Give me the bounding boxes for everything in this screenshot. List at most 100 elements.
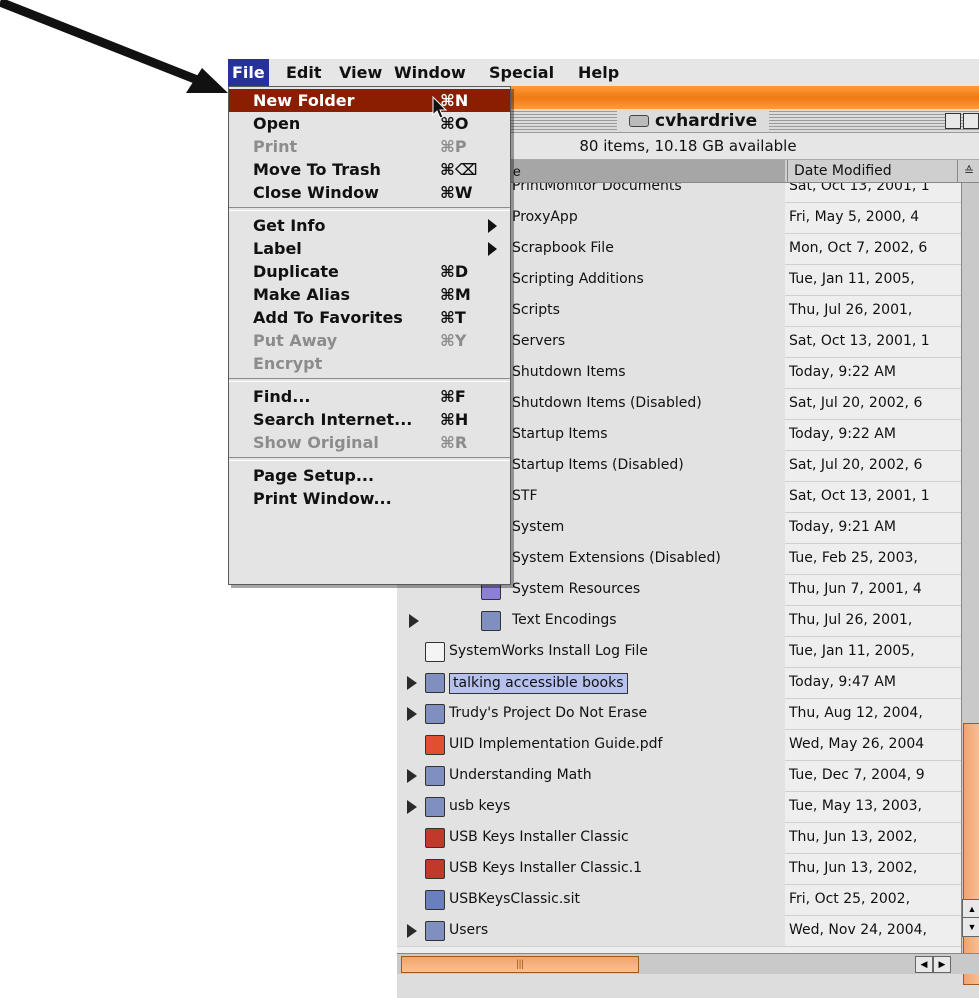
menu-item-label: Close Window [253, 183, 379, 202]
menu-help[interactable]: Help [574, 59, 623, 86]
date-modified: Tue, Jan 11, 2005, [789, 643, 915, 659]
list-item[interactable]: usb keys Tue, May 13, 2003, [397, 791, 961, 823]
file-name: Scrapbook File [512, 240, 614, 256]
menu-item-label: Search Internet... [253, 410, 413, 429]
submenu-arrow-icon [488, 242, 497, 256]
window-title: cvhardrive [617, 110, 770, 132]
menu-item-label: Get Info [253, 216, 326, 235]
menu-edit[interactable]: Edit [282, 59, 326, 86]
disclosure-triangle-icon[interactable] [407, 800, 417, 814]
date-modified-column-header[interactable]: Date Modified [787, 160, 944, 182]
name-column-header[interactable]: e [507, 160, 785, 182]
menu-item-add-to-favorites[interactable]: Add To Favorites ⌘T [229, 306, 510, 329]
horizontal-scroll-thumb[interactable]: ||| [401, 956, 639, 973]
file-name: System Resources [512, 581, 641, 597]
menu-item-label: Open [253, 114, 301, 133]
disclosure-triangle-icon[interactable] [407, 676, 417, 690]
date-modified: Tue, Dec 7, 2004, 9 [789, 767, 925, 783]
menu-window[interactable]: Window [390, 59, 470, 86]
vertical-scroll-thumb[interactable] [963, 723, 979, 985]
menu-item-label[interactable]: Label [229, 237, 510, 260]
archive-icon [425, 890, 445, 910]
menu-item-label: Duplicate [253, 262, 339, 281]
vertical-scrollbar[interactable]: ▲ ▼ [961, 183, 979, 985]
file-name: Trudy's Project Do Not Erase [449, 705, 648, 721]
file-name: Shutdown Items (Disabled) [512, 395, 702, 411]
menu-item-get-info[interactable]: Get Info [229, 214, 510, 237]
date-modified: Sat, Oct 13, 2001, 1 [789, 488, 930, 504]
menu-separator [229, 378, 510, 382]
menu-item-shortcut: ⌘Y [440, 331, 467, 350]
menu-item-label: Show Original [253, 433, 379, 452]
file-name: System [512, 519, 565, 535]
disclosure-triangle-icon[interactable] [409, 614, 419, 628]
list-item[interactable]: USB Keys Installer Classic.1 Thu, Jun 13,… [397, 853, 961, 885]
date-modified: Tue, May 13, 2003, [789, 798, 922, 814]
menu-view[interactable]: View [335, 59, 386, 86]
menu-item-label: New Folder [253, 91, 355, 110]
menu-item-open[interactable]: Open ⌘O [229, 112, 510, 135]
folder-icon [425, 766, 445, 786]
menu-item-label: Move To Trash [253, 160, 381, 179]
date-modified: Today, 9:21 AM [789, 519, 896, 535]
file-name: talking accessible books [449, 673, 628, 694]
menu-file[interactable]: File [228, 59, 269, 86]
disclosure-triangle-icon[interactable] [407, 769, 417, 783]
menu-special[interactable]: Special [485, 59, 558, 86]
list-item[interactable]: Trudy's Project Do Not Erase Thu, Aug 12,… [397, 698, 961, 730]
date-modified: Sat, Oct 13, 2001, 1 [789, 333, 930, 349]
scroll-right-arrow-icon[interactable]: ▶ [933, 956, 951, 973]
date-modified: Wed, Nov 24, 2004, [789, 922, 927, 938]
file-name: ProxyApp [512, 209, 578, 225]
date-modified: Today, 9:22 AM [789, 364, 896, 380]
file-name: Servers [512, 333, 566, 349]
sort-order-icon[interactable]: ≙ [957, 160, 979, 182]
date-modified: Thu, Jul 26, 2001, [789, 612, 913, 628]
menu-item-close-window[interactable]: Close Window ⌘W [229, 181, 510, 204]
list-item[interactable]: USBKeysClassic.sit Fri, Oct 25, 2002, [397, 884, 961, 916]
list-item[interactable]: UID Implementation Guide.pdf Wed, May 26,… [397, 729, 961, 761]
list-item[interactable]: SystemWorks Install Log File Tue, Jan 11,… [397, 636, 961, 668]
disclosure-triangle-icon[interactable] [407, 707, 417, 721]
menu-item-find[interactable]: Find... ⌘F [229, 385, 510, 408]
menu-item-shortcut: ⌘⌫ [440, 160, 478, 179]
mouse-pointer-icon [432, 96, 448, 119]
zoom-box-icon[interactable] [963, 113, 979, 129]
menu-item-label: Print Window... [253, 489, 392, 508]
date-modified: Sat, Jul 20, 2002, 6 [789, 395, 923, 411]
list-item[interactable]: talking accessible books Today, 9:47 AM [397, 667, 961, 699]
menu-item-shortcut: ⌘F [440, 387, 466, 406]
file-name: USB Keys Installer Classic [449, 829, 629, 845]
menu-item-duplicate[interactable]: Duplicate ⌘D [229, 260, 510, 283]
menu-item-print: Print ⌘P [229, 135, 510, 158]
pdf-icon [425, 735, 445, 755]
menu-item-search-internet[interactable]: Search Internet... ⌘H [229, 408, 510, 431]
folder-icon [425, 673, 445, 693]
date-modified: Sat, Jul 20, 2002, 6 [789, 457, 923, 473]
date-modified: Fri, May 5, 2000, 4 [789, 209, 920, 225]
folder-icon [425, 797, 445, 817]
scroll-left-arrow-icon[interactable]: ◀ [915, 956, 933, 973]
menu-item-page-setup[interactable]: Page Setup... [229, 464, 510, 487]
list-item[interactable]: Users Wed, Nov 24, 2004, [397, 915, 961, 947]
collapse-box-icon[interactable] [945, 113, 961, 129]
date-modified: Thu, Jul 26, 2001, [789, 302, 913, 318]
menu-item-print-window[interactable]: Print Window... [229, 487, 510, 510]
document-icon [425, 642, 445, 662]
scroll-up-arrow-icon[interactable]: ▲ [962, 899, 979, 919]
date-modified: Fri, Oct 25, 2002, [789, 891, 911, 907]
file-name: Startup Items [512, 426, 608, 442]
horizontal-scrollbar[interactable]: ||| ◀ ▶ [397, 953, 979, 974]
list-item[interactable]: Text Encodings Thu, Jul 26, 2001, [397, 605, 961, 637]
scroll-down-arrow-icon[interactable]: ▼ [962, 917, 979, 937]
menu-item-new-folder[interactable]: New Folder ⌘N [229, 89, 510, 112]
list-item[interactable]: USB Keys Installer Classic Thu, Jun 13, 2… [397, 822, 961, 854]
date-modified: Today, 9:22 AM [789, 426, 896, 442]
menu-item-label: Print [253, 137, 298, 156]
list-item[interactable]: Understanding Math Tue, Dec 7, 2004, 9 [397, 760, 961, 792]
menu-item-make-alias[interactable]: Make Alias ⌘M [229, 283, 510, 306]
disclosure-triangle-icon[interactable] [407, 924, 417, 938]
menu-item-label: Add To Favorites [253, 308, 403, 327]
installer-icon [425, 859, 445, 879]
menu-item-move-to-trash[interactable]: Move To Trash ⌘⌫ [229, 158, 510, 181]
